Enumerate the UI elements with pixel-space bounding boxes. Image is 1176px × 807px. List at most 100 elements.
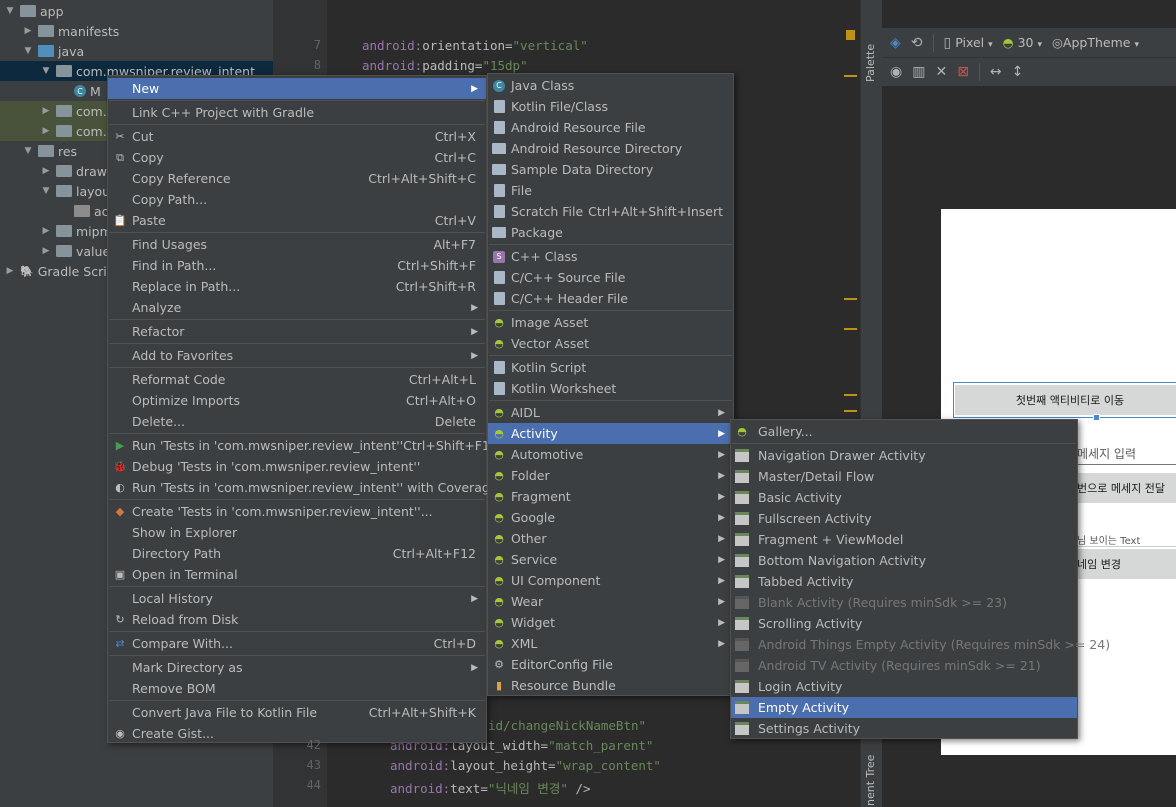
preview-message-input[interactable]: 메세지 입력 — [1077, 445, 1136, 462]
tree-item-res[interactable]: ▼ res — [22, 141, 78, 161]
menu-item-sample-data-directory[interactable]: Sample Data Directory — [488, 159, 733, 180]
menu-item-convert-java-file-to-kotlin-file[interactable]: Convert Java File to Kotlin File Ctrl+Alt… — [108, 702, 486, 723]
collapse-arrow-icon[interactable]: ▶ — [40, 106, 52, 116]
orientation-icon[interactable]: ⟲ — [911, 35, 923, 51]
warning-marker[interactable] — [844, 328, 857, 330]
tree-item-ac[interactable]: ac — [58, 201, 109, 221]
menu-item-replace-in-path[interactable]: Replace in Path... Ctrl+Shift+R — [108, 276, 486, 297]
expand-arrow-icon[interactable]: ▼ — [40, 186, 52, 196]
collapse-arrow-icon[interactable]: ▶ — [4, 266, 16, 276]
menu-item-java-class[interactable]: C Java Class — [488, 75, 733, 96]
device-selector[interactable]: ▯ Pixel ▾ — [944, 35, 993, 51]
menu-item-c-class[interactable]: S C++ Class — [488, 246, 733, 267]
menu-item-remove-bom[interactable]: Remove BOM — [108, 678, 486, 699]
menu-item-kotlin-script[interactable]: Kotlin Script — [488, 357, 733, 378]
code-line[interactable]: android:layout_height="wrap_content" — [390, 758, 661, 773]
menu-item-kotlin-worksheet[interactable]: Kotlin Worksheet — [488, 378, 733, 399]
menu-item-local-history[interactable]: Local History ▶ — [108, 588, 486, 609]
tree-item-drawa[interactable]: ▶ drawa — [40, 161, 115, 181]
menu-item-ui-component[interactable]: ◓ UI Component ▶ — [488, 570, 733, 591]
expand-arrow-icon[interactable]: ▼ — [4, 6, 16, 16]
tree-item-app[interactable]: ▼ app — [4, 1, 64, 21]
menu-item-c-c-source-file[interactable]: C/C++ Source File — [488, 267, 733, 288]
code-line[interactable]: android:orientation="vertical" — [362, 38, 588, 53]
menu-item-mark-directory-as[interactable]: Mark Directory as ▶ — [108, 657, 486, 678]
api-selector[interactable]: ◓ 30 ▾ — [1003, 35, 1042, 50]
menu-item-fragment[interactable]: ◓ Fragment ▶ — [488, 486, 733, 507]
menu-item-other[interactable]: ◓ Other ▶ — [488, 528, 733, 549]
warning-marker[interactable] — [844, 410, 857, 412]
horizontal-guide-icon[interactable]: ↔ — [990, 64, 1002, 80]
collapse-arrow-icon[interactable]: ▶ — [40, 126, 52, 136]
layers-icon[interactable]: ◈ — [890, 35, 901, 51]
menu-item-basic-activity[interactable]: Basic Activity — [731, 487, 1077, 508]
tree-item-mipm[interactable]: ▶ mipm — [40, 221, 112, 241]
collapse-arrow-icon[interactable]: ▶ — [40, 246, 52, 256]
menu-item-open-in-terminal[interactable]: ▣ Open in Terminal — [108, 564, 486, 585]
menu-item-refactor[interactable]: Refactor ▶ — [108, 321, 486, 342]
menu-item-folder[interactable]: ◓ Folder ▶ — [488, 465, 733, 486]
menu-item-copy[interactable]: ⧉ Copy Ctrl+C — [108, 147, 486, 168]
menu-item-widget[interactable]: ◓ Widget ▶ — [488, 612, 733, 633]
preview-button-first-activity[interactable]: 첫번째 액티비티로 이동 — [955, 385, 1176, 415]
margins-icon[interactable]: ⊠ — [957, 64, 969, 80]
menu-item-bottom-navigation-activity[interactable]: Bottom Navigation Activity — [731, 550, 1077, 571]
menu-item-scratch-file[interactable]: Scratch File Ctrl+Alt+Shift+Insert — [488, 201, 733, 222]
menu-item-android-resource-directory[interactable]: Android Resource Directory — [488, 138, 733, 159]
menu-item-google[interactable]: ◓ Google ▶ — [488, 507, 733, 528]
menu-item-settings-activity[interactable]: Settings Activity — [731, 718, 1077, 739]
expand-arrow-icon[interactable]: ▼ — [22, 146, 34, 156]
menu-item-run-tests-in-com-mwsniper-review-intent[interactable]: ▶ Run 'Tests in 'com.mwsniper.review_inte… — [108, 435, 498, 456]
menu-item-directory-path[interactable]: Directory Path Ctrl+Alt+F12 — [108, 543, 486, 564]
menu-item-xml[interactable]: ◓ XML ▶ — [488, 633, 733, 654]
menu-item-add-to-favorites[interactable]: Add to Favorites ▶ — [108, 345, 486, 366]
menu-item-create-tests-in-com-mwsniper-review-intent[interactable]: ◆ Create 'Tests in 'com.mwsniper.review_i… — [108, 501, 486, 522]
menu-item-login-activity[interactable]: Login Activity — [731, 676, 1077, 697]
constraints-icon[interactable]: ✕ — [935, 64, 947, 80]
tree-item-value[interactable]: ▶ value — [40, 241, 111, 261]
menu-item-copy-reference[interactable]: Copy Reference Ctrl+Alt+Shift+C — [108, 168, 486, 189]
code-line[interactable]: id/changeNickNameBtn" — [488, 718, 646, 733]
collapse-arrow-icon[interactable]: ▶ — [40, 166, 52, 176]
menu-item-android-tv-activity-requires-minsdk-21[interactable]: Android TV Activity (Requires minSdk >= … — [731, 655, 1077, 676]
menu-item-cut[interactable]: ✂ Cut Ctrl+X — [108, 126, 486, 147]
tree-item-m[interactable]: CM — [58, 81, 101, 101]
menu-item-android-resource-file[interactable]: Android Resource File — [488, 117, 733, 138]
resize-handle[interactable] — [1093, 414, 1100, 421]
code-line[interactable]: android:text="닉네임 변경" /> — [390, 778, 591, 797]
tree-item-layou[interactable]: ▼ layou — [40, 181, 111, 201]
menu-item-kotlin-file-class[interactable]: Kotlin File/Class — [488, 96, 733, 117]
menu-item-android-things-empty-activity-requires-minsdk-24[interactable]: Android Things Empty Activity (Requires … — [731, 634, 1110, 655]
menu-item-run-tests-in-com-mwsniper-review-intent-with-coverage[interactable]: ◐ Run 'Tests in 'com.mwsniper.review_inte… — [108, 477, 497, 498]
menu-item-automotive[interactable]: ◓ Automotive ▶ — [488, 444, 733, 465]
expand-arrow-icon[interactable]: ▼ — [40, 66, 52, 76]
menu-item-vector-asset[interactable]: ◓ Vector Asset — [488, 333, 733, 354]
menu-item-scrolling-activity[interactable]: Scrolling Activity — [731, 613, 1077, 634]
menu-item-aidl[interactable]: ◓ AIDL ▶ — [488, 402, 733, 423]
vertical-guide-icon[interactable]: ↕ — [1012, 64, 1024, 80]
menu-item-navigation-drawer-activity[interactable]: Navigation Drawer Activity — [731, 445, 1077, 466]
menu-item-gallery[interactable]: ◓ Gallery... — [731, 421, 1077, 442]
menu-item-copy-path[interactable]: Copy Path... — [108, 189, 486, 210]
menu-item-delete[interactable]: Delete... Delete — [108, 411, 486, 432]
component-tree-tab[interactable]: nent Tree — [864, 755, 877, 806]
warning-marker[interactable] — [844, 75, 857, 77]
menu-item-image-asset[interactable]: ◓ Image Asset — [488, 312, 733, 333]
menu-item-file[interactable]: File — [488, 180, 733, 201]
menu-item-find-in-path[interactable]: Find in Path... Ctrl+Shift+F — [108, 255, 486, 276]
warning-marker[interactable] — [844, 298, 857, 300]
tree-item-gradle-scrip[interactable]: ▶ 🐘 Gradle Scrip — [4, 261, 115, 281]
columns-icon[interactable]: ▥ — [912, 64, 925, 80]
menu-item-c-c-header-file[interactable]: C/C++ Header File — [488, 288, 733, 309]
menu-item-empty-activity[interactable]: Empty Activity — [731, 697, 1077, 718]
menu-item-fragment-viewmodel[interactable]: Fragment + ViewModel — [731, 529, 1077, 550]
menu-item-show-in-explorer[interactable]: Show in Explorer — [108, 522, 486, 543]
menu-item-link-c-project-with-gradle[interactable]: Link C++ Project with Gradle — [108, 102, 486, 123]
menu-item-resource-bundle[interactable]: ▮ Resource Bundle — [488, 675, 733, 696]
menu-item-blank-activity-requires-minsdk-23[interactable]: Blank Activity (Requires minSdk >= 23) — [731, 592, 1077, 613]
menu-item-wear[interactable]: ◓ Wear ▶ — [488, 591, 733, 612]
menu-item-fullscreen-activity[interactable]: Fullscreen Activity — [731, 508, 1077, 529]
collapse-arrow-icon[interactable]: ▶ — [22, 26, 34, 36]
menu-item-reload-from-disk[interactable]: ↻ Reload from Disk — [108, 609, 486, 630]
menu-item-debug-tests-in-com-mwsniper-review-intent[interactable]: 🐞 Debug 'Tests in 'com.mwsniper.review_in… — [108, 456, 486, 477]
